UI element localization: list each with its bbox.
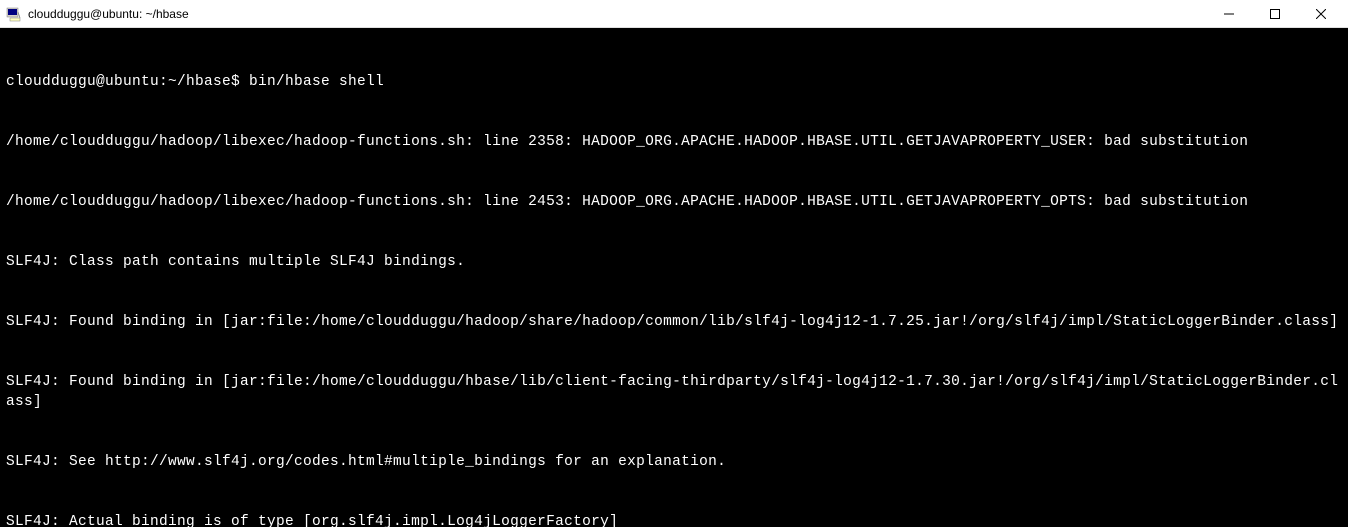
titlebar-left: cloudduggu@ubuntu: ~/hbase (6, 6, 189, 22)
window-titlebar: cloudduggu@ubuntu: ~/hbase (0, 0, 1348, 28)
minimize-button[interactable] (1206, 0, 1252, 28)
terminal-line: /home/cloudduggu/hadoop/libexec/hadoop-f… (6, 192, 1342, 212)
terminal-line: SLF4J: See http://www.slf4j.org/codes.ht… (6, 452, 1342, 472)
maximize-button[interactable] (1252, 0, 1298, 28)
terminal-line: SLF4J: Class path contains multiple SLF4… (6, 252, 1342, 272)
terminal-line: SLF4J: Found binding in [jar:file:/home/… (6, 312, 1342, 332)
window-title: cloudduggu@ubuntu: ~/hbase (28, 7, 189, 21)
terminal-line: /home/cloudduggu/hadoop/libexec/hadoop-f… (6, 132, 1342, 152)
terminal-line: SLF4J: Found binding in [jar:file:/home/… (6, 372, 1342, 412)
terminal-line: SLF4J: Actual binding is of type [org.sl… (6, 512, 1342, 527)
terminal-area[interactable]: cloudduggu@ubuntu:~/hbase$ bin/hbase she… (0, 28, 1348, 527)
window-controls (1206, 0, 1344, 28)
close-button[interactable] (1298, 0, 1344, 28)
terminal-line: cloudduggu@ubuntu:~/hbase$ bin/hbase she… (6, 72, 1342, 92)
putty-icon (6, 6, 22, 22)
